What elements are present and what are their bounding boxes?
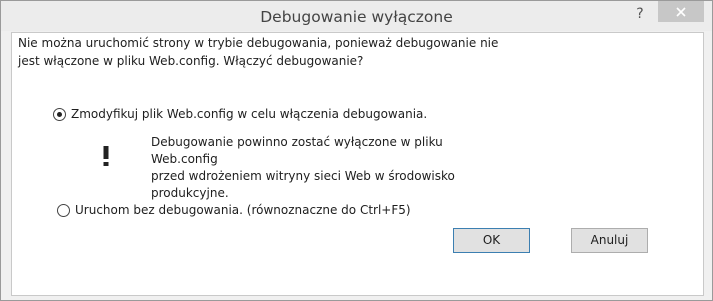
warning-line-2: przed wdrożeniem witryny sieci Web w śro… <box>151 169 455 183</box>
warning-line-1: Debugowanie powinno zostać wyłączone w p… <box>151 135 443 166</box>
warning-line-3: produkcyjne. <box>151 186 229 200</box>
title-bar[interactable]: Debugowanie wyłączone ? <box>1 1 712 31</box>
radio-run-without-debugging[interactable] <box>57 203 70 217</box>
question-line-1: Nie można uruchomić strony w trybie debu… <box>18 36 499 50</box>
ok-button[interactable]: OK <box>453 228 530 253</box>
question-line-2: jest włączone w pliku Web.config. Włączy… <box>18 54 364 68</box>
warning-icon <box>103 146 109 166</box>
cancel-button[interactable]: Anuluj <box>571 228 648 253</box>
close-icon <box>676 7 686 17</box>
option-enable-debugging[interactable]: Zmodyfikuj plik Web.config w celu włącze… <box>53 107 427 121</box>
help-button[interactable]: ? <box>627 3 653 25</box>
option-enable-debugging-label: Zmodyfikuj plik Web.config w celu włącze… <box>71 107 428 121</box>
option-run-without-debugging-label: Uruchom bez debugowania. (równoznaczne d… <box>75 203 411 217</box>
question-text: Nie można uruchomić strony w trybie debu… <box>18 34 578 70</box>
option-run-without-debugging[interactable]: Uruchom bez debugowania. (równoznaczne d… <box>57 203 411 217</box>
radio-enable-debugging[interactable] <box>53 107 66 121</box>
warning-text: Debugowanie powinno zostać wyłączone w p… <box>151 134 491 202</box>
dialog-title: Debugowanie wyłączone <box>260 8 453 26</box>
dialog-window: Debugowanie wyłączone ? Nie można urucho… <box>0 0 713 301</box>
close-button[interactable] <box>658 1 704 22</box>
